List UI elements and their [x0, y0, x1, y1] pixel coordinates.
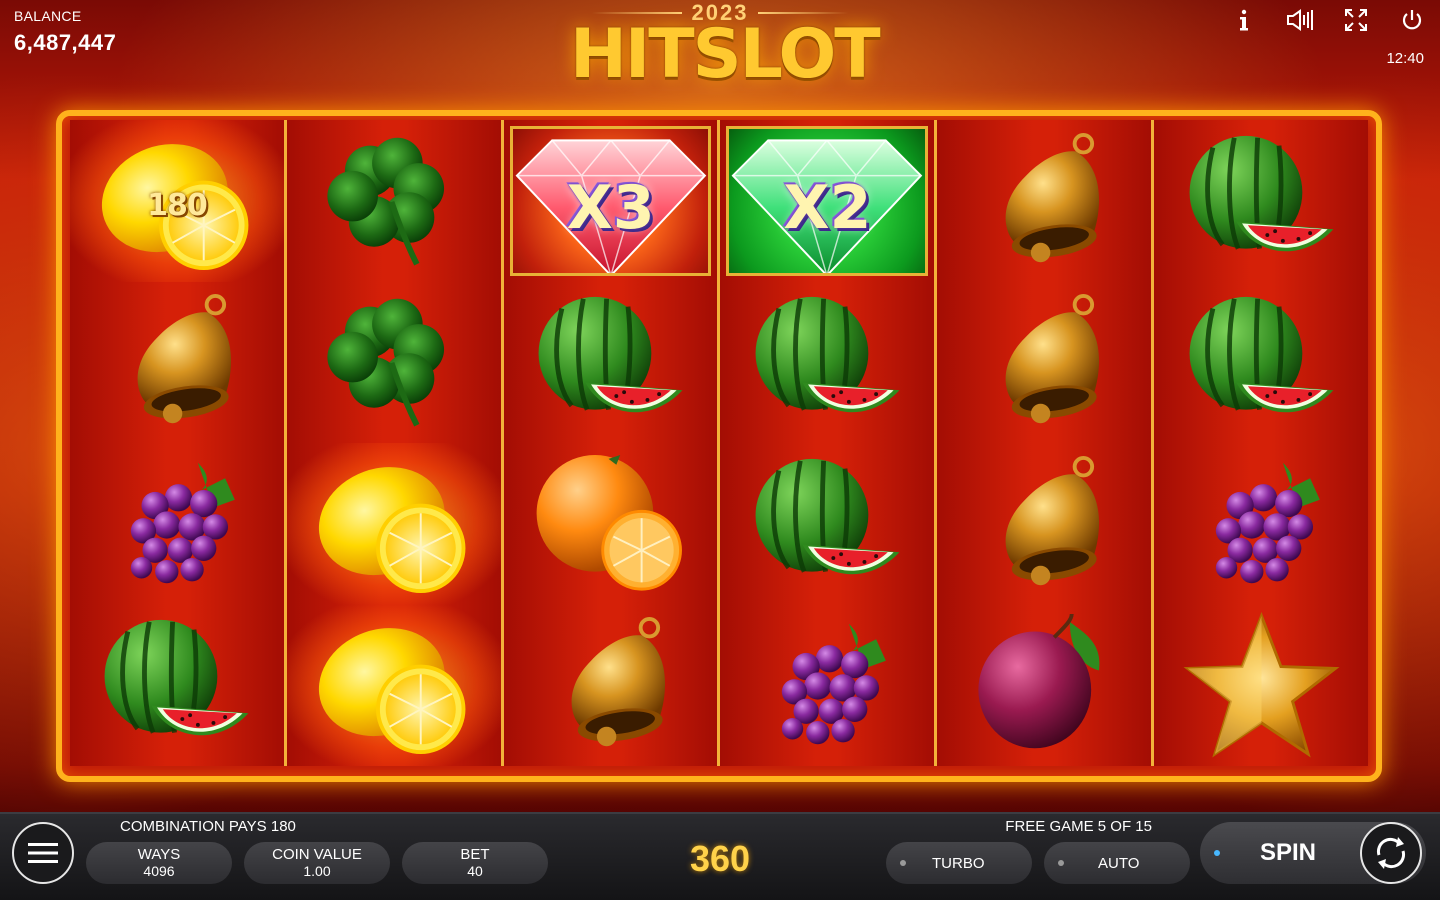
- reel-grid: 180 X3 X2: [70, 120, 1368, 766]
- balance-label: BALANCE: [14, 8, 82, 24]
- symbol-clover: [287, 282, 501, 444]
- win-amount: 180: [147, 187, 208, 223]
- symbol-watermelon: [720, 443, 934, 605]
- combination-message: COMBINATION PAYS 180: [120, 818, 296, 835]
- turbo-indicator: [900, 860, 906, 866]
- ways-display[interactable]: WAYS 4096: [86, 842, 232, 884]
- menu-button[interactable]: [12, 822, 74, 884]
- turbo-toggle[interactable]: TURBO: [886, 842, 1032, 884]
- symbol-star: [1154, 605, 1368, 767]
- coin-value-selector[interactable]: COIN VALUE 1.00: [244, 842, 390, 884]
- symbol-bell: [504, 605, 718, 767]
- total-win: 360: [689, 838, 751, 879]
- symbol-watermelon: [1154, 120, 1368, 282]
- symbol-grapes: [1154, 443, 1368, 605]
- symbol-multiplier-x2: X2: [720, 120, 934, 282]
- logo-title: HITSLOT: [570, 15, 881, 94]
- auto-indicator: [1058, 860, 1064, 866]
- clock: 12:40: [1386, 50, 1424, 67]
- hamburger-icon: [28, 843, 58, 863]
- symbol-lemon: 180: [70, 120, 284, 282]
- symbol-grapes: [720, 605, 934, 767]
- multiplier-label: X3: [566, 172, 655, 243]
- symbol-bell: [70, 282, 284, 444]
- reel-4: X2: [720, 120, 938, 767]
- sound-icon[interactable]: [1286, 6, 1314, 34]
- ways-label: WAYS: [137, 846, 181, 863]
- multiplier-tile: X2: [726, 126, 929, 276]
- coin-value-label: COIN VALUE: [272, 846, 362, 863]
- bet-label: BET: [460, 846, 490, 863]
- symbol-watermelon: [504, 282, 718, 444]
- balance-value: 6,487,447: [14, 30, 117, 55]
- info-icon[interactable]: [1230, 6, 1258, 34]
- spin-indicator: [1214, 850, 1220, 856]
- symbol-lemon: [286, 604, 501, 766]
- symbol-grapes: [70, 443, 284, 605]
- bet-value: 40: [467, 863, 483, 879]
- symbol-watermelon: [70, 605, 284, 767]
- spin-round-button[interactable]: [1360, 822, 1422, 884]
- refresh-icon: [1376, 837, 1406, 869]
- top-toolbar: [1230, 6, 1426, 34]
- symbol-plum: [937, 605, 1151, 767]
- symbol-clover: [287, 120, 501, 282]
- reel-2: [286, 120, 504, 766]
- spin-button[interactable]: SPIN: [1200, 822, 1426, 884]
- symbol-multiplier-x3: X3: [504, 120, 718, 282]
- symbol-watermelon: [720, 282, 934, 444]
- spin-label: SPIN: [1260, 839, 1317, 866]
- multiplier-label: X2: [783, 172, 872, 243]
- bet-selector[interactable]: BET 40: [402, 842, 548, 884]
- power-icon[interactable]: [1398, 6, 1426, 34]
- turbo-label: TURBO: [932, 854, 985, 872]
- multiplier-tile: X3: [509, 126, 712, 276]
- symbol-orange: [504, 443, 718, 605]
- reel-6: [1154, 120, 1368, 766]
- symbol-lemon: [286, 443, 501, 605]
- reel-1: 180: [70, 120, 287, 766]
- symbol-watermelon: [1154, 282, 1368, 444]
- fullscreen-icon[interactable]: [1342, 6, 1370, 34]
- auto-label: AUTO: [1098, 854, 1140, 872]
- game-logo: 2023 HITSLOT: [570, 0, 881, 100]
- coin-value: 1.00: [303, 863, 331, 879]
- ways-value: 4096: [143, 863, 175, 879]
- symbol-bell: [937, 443, 1151, 605]
- reel-5: [937, 120, 1155, 767]
- free-game-counter: FREE GAME 5 OF 15: [1005, 818, 1152, 835]
- symbol-bell: [937, 282, 1151, 444]
- symbol-bell: [937, 120, 1151, 282]
- reel-3: X3: [503, 120, 721, 767]
- auto-toggle[interactable]: AUTO: [1044, 842, 1190, 884]
